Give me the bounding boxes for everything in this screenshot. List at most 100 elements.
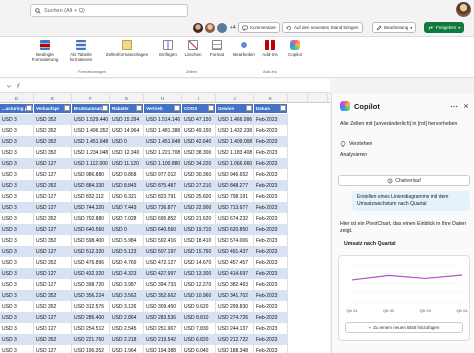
table-cell[interactable]: USD 1.183.408	[216, 147, 254, 158]
table-cell[interactable]: USD 3	[0, 323, 34, 334]
table-cell[interactable]: USD 875.487	[144, 180, 182, 191]
table-cell[interactable]: USD 0	[110, 224, 144, 235]
table-cell[interactable]: USD 352	[34, 147, 72, 158]
table-cell[interactable]: Feb-2023	[254, 169, 288, 180]
table-cell[interactable]: Feb-2023	[254, 114, 288, 125]
table-cell[interactable]: Feb-2023	[254, 345, 288, 353]
ribbon-button-cell-styles[interactable]: Zellenformatvorlagen	[102, 40, 152, 57]
table-cell[interactable]: Feb-2023	[254, 268, 288, 279]
filter-dropdown-icon[interactable]	[64, 105, 70, 111]
table-cell[interactable]: USD 1.964	[110, 345, 144, 353]
table-cell[interactable]: USD 47.150	[182, 114, 216, 125]
table-cell[interactable]: USD 188.348	[216, 345, 254, 353]
table-cell[interactable]: USD 1.514.146	[144, 114, 182, 125]
table-cell[interactable]: USD 196.352	[72, 345, 110, 353]
table-cell[interactable]: USD 127	[34, 224, 72, 235]
table-cell[interactable]: USD 11.120	[110, 158, 144, 169]
analyze-option[interactable]: Analysieren	[340, 152, 367, 159]
table-cell[interactable]: USD 2.864	[110, 312, 144, 323]
table-cell[interactable]: USD 3	[0, 202, 34, 213]
table-cell[interactable]: USD 1.112.000	[72, 158, 110, 169]
catch-up-button[interactable]: Auf den neuesten Stand bringen	[282, 22, 363, 33]
table-cell[interactable]: Feb-2023	[254, 202, 288, 213]
table-cell[interactable]: USD 254.512	[72, 323, 110, 334]
filter-dropdown-icon[interactable]	[174, 105, 180, 111]
table-cell[interactable]: USD 1.234.048	[72, 147, 110, 158]
share-button[interactable]: Freigeben ▾	[424, 22, 465, 33]
table-cell[interactable]: USD 10.960	[182, 290, 216, 301]
table-cell[interactable]: USD 3	[0, 158, 34, 169]
table-cell[interactable]: USD 127	[34, 312, 72, 323]
table-cell[interactable]: USD 977.012	[144, 169, 182, 180]
table-cell[interactable]: USD 432.320	[72, 268, 110, 279]
table-cell[interactable]: USD 127	[34, 323, 72, 334]
table-cell[interactable]: USD 744.320	[72, 202, 110, 213]
table-cell[interactable]: USD 702.880	[72, 213, 110, 224]
table-cell[interactable]: USD 30.360	[182, 169, 216, 180]
table-cell[interactable]: USD 352.662	[144, 290, 182, 301]
table-cell[interactable]: USD 352	[34, 213, 72, 224]
table-cell[interactable]: USD 3	[0, 114, 34, 125]
table-cell[interactable]: USD 212.722	[216, 334, 254, 345]
table-cell[interactable]: USD 352	[34, 180, 72, 191]
chart-card[interactable]: Qtr 01 Qtr 02 Qtr 03 Qtr 04 + Zu einem neue…	[338, 255, 470, 341]
more-options-icon[interactable]	[450, 105, 458, 108]
table-cell[interactable]: USD 3	[0, 235, 34, 246]
table-cell[interactable]: USD 127	[34, 191, 72, 202]
table-cell[interactable]: USD 4.769	[110, 257, 144, 268]
table-cell[interactable]: USD 476.896	[72, 257, 110, 268]
table-cell[interactable]: Feb-2023	[254, 290, 288, 301]
table-cell[interactable]: USD 4.323	[110, 268, 144, 279]
table-cell[interactable]: USD 640.560	[72, 224, 110, 235]
table-cell[interactable]: USD 9.620	[182, 301, 216, 312]
table-cell[interactable]: USD 8.321	[110, 191, 144, 202]
table-cell[interactable]: USD 1.451.648	[72, 136, 110, 147]
collaborator-avatar[interactable]	[205, 23, 215, 33]
add-to-new-sheet-button[interactable]: + Zu einem neuen Blatt hinzufügen	[345, 322, 463, 333]
column-header-letter[interactable]: J	[216, 94, 254, 103]
column-header-letter[interactable]: G	[110, 94, 144, 103]
table-cell[interactable]: USD 274.726	[216, 312, 254, 323]
table-cell[interactable]: USD 674.232	[216, 213, 254, 224]
table-cell[interactable]: USD 713.977	[216, 202, 254, 213]
table-cell[interactable]: USD 5.984	[110, 235, 144, 246]
table-cell[interactable]: USD 2.545	[110, 323, 144, 334]
filter-dropdown-icon[interactable]	[246, 105, 252, 111]
table-cell[interactable]: USD 1.100.880	[144, 158, 182, 169]
table-cell[interactable]: USD 620.850	[216, 224, 254, 235]
table-cell[interactable]: USD 15.294	[110, 114, 144, 125]
table-cell[interactable]: USD 12.340	[110, 147, 144, 158]
table-cell[interactable]: USD 8.843	[110, 180, 144, 191]
table-cell[interactable]: Feb-2023	[254, 125, 288, 136]
table-cell[interactable]: Feb-2023	[254, 136, 288, 147]
understand-option[interactable]: Verstehen	[349, 141, 372, 148]
table-cell[interactable]: USD 3	[0, 136, 34, 147]
table-cell[interactable]: USD 42.640	[182, 136, 216, 147]
table-cell[interactable]: USD 19.710	[182, 224, 216, 235]
table-cell[interactable]: USD 398.720	[72, 279, 110, 290]
table-cell[interactable]: USD 244.137	[216, 323, 254, 334]
table-cell[interactable]: USD 6.820	[182, 334, 216, 345]
table-cell[interactable]: USD 3.126	[110, 301, 144, 312]
table-cell[interactable]: USD 1.466.996	[216, 114, 254, 125]
comments-button[interactable]: Kommentare	[238, 22, 280, 33]
table-cell[interactable]: USD 25.600	[182, 191, 216, 202]
table-cell[interactable]: USD 1.409.008	[216, 136, 254, 147]
edit-mode-button[interactable]: Bearbeitung ▾	[372, 22, 417, 33]
table-cell[interactable]: Feb-2023	[254, 334, 288, 345]
table-header-cell[interactable]: Rabatte	[110, 104, 144, 113]
table-cell[interactable]: USD 598.400	[72, 235, 110, 246]
table-cell[interactable]: USD 592.416	[144, 235, 182, 246]
ribbon-button-conditional-formatting[interactable]: Bedingte Formatierung	[30, 40, 60, 62]
table-cell[interactable]: USD 194.388	[144, 345, 182, 353]
table-cell[interactable]: USD 3	[0, 147, 34, 158]
search-box[interactable]: Suchen (Alt + Q)	[30, 4, 188, 17]
table-cell[interactable]: USD 3	[0, 301, 34, 312]
filter-dropdown-icon[interactable]	[102, 105, 108, 111]
table-cell[interactable]: USD 356.224	[72, 290, 110, 301]
table-cell[interactable]: Feb-2023	[254, 312, 288, 323]
table-cell[interactable]: USD 286.400	[72, 312, 110, 323]
column-header-empty[interactable]	[328, 94, 330, 103]
context-suggestion[interactable]: Alle Zellen mit [unveränderlich] in [rot…	[340, 121, 472, 128]
table-cell[interactable]: USD 3.987	[110, 279, 144, 290]
